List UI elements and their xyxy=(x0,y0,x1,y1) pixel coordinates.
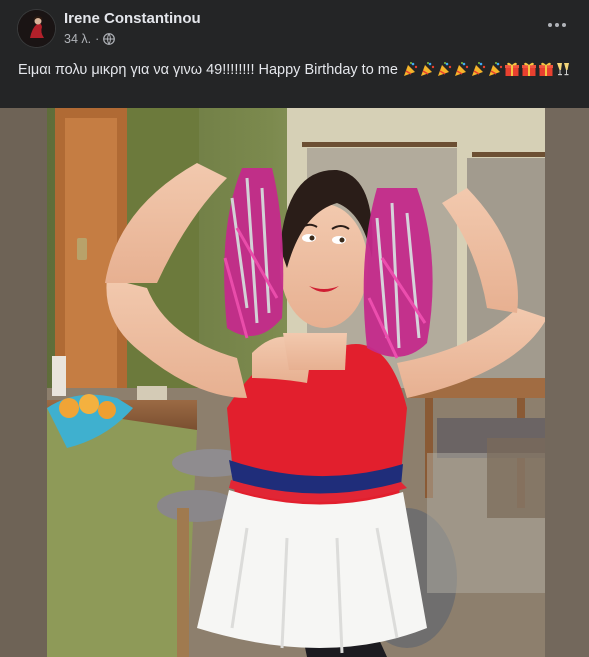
photo-blur-left xyxy=(0,108,47,657)
globe-icon[interactable] xyxy=(103,33,116,45)
pompom-right xyxy=(363,188,433,359)
post-caption-block: Ειμαι πολυ μικρη για να γινω 49!!!!!!!! … xyxy=(18,60,573,81)
photo-image xyxy=(47,108,545,657)
party-popper-icon xyxy=(488,62,503,76)
post-meta: 34 λ. · xyxy=(64,32,116,46)
clinking-glasses-icon xyxy=(556,63,569,76)
post-header: Irene Constantinou 34 λ. · xyxy=(0,0,589,56)
party-popper-icon xyxy=(471,62,486,76)
party-popper-icon xyxy=(454,62,469,76)
gift-icon xyxy=(521,62,536,76)
author-avatar[interactable] xyxy=(18,10,55,47)
party-popper-icon xyxy=(437,62,452,76)
post-photo[interactable] xyxy=(0,108,589,657)
more-icon xyxy=(548,23,566,27)
author-name[interactable]: Irene Constantinou xyxy=(64,10,201,27)
party-popper-icon xyxy=(420,62,435,76)
post-caption: Ειμαι πολυ μικρη για να γινω 49!!!!!!!! … xyxy=(18,62,398,78)
meta-separator: · xyxy=(95,32,100,46)
gift-icon xyxy=(538,62,553,76)
gift-icon xyxy=(504,62,519,76)
caption-emojis xyxy=(402,62,572,78)
more-options-button[interactable] xyxy=(543,14,571,36)
post-time[interactable]: 34 λ. xyxy=(64,32,91,46)
photo-blur-right xyxy=(545,108,589,657)
party-popper-icon xyxy=(403,62,418,76)
